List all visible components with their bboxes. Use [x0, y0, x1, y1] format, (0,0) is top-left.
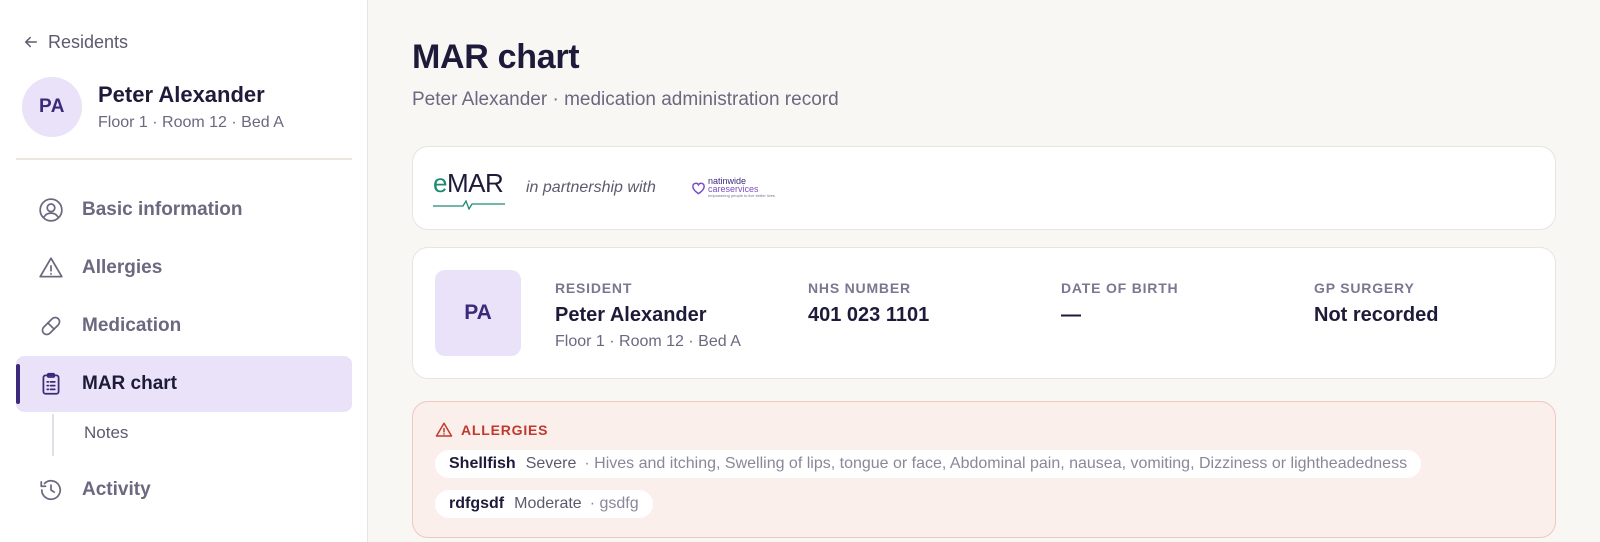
allergy-name: rdfgsdf — [449, 495, 505, 512]
emar-logo: eMAR — [433, 169, 505, 215]
sidebar-item-label: MAR chart — [82, 373, 178, 394]
dob-value: — — [1061, 304, 1081, 326]
clipboard-icon — [42, 372, 60, 395]
partner-logo-line2: careservices — [708, 184, 759, 194]
sidebar-item-label: Allergies — [82, 257, 163, 278]
history-icon — [40, 479, 62, 501]
field-label: DATE OF BIRTH — [1061, 280, 1179, 296]
sidebar-item-basic-information[interactable]: Basic information — [16, 182, 352, 238]
resident-location: Floor 1 · Room 12 · Bed A — [555, 333, 741, 350]
resident-name: Peter Alexander — [555, 304, 707, 326]
profile-name: Peter Alexander — [98, 82, 265, 107]
emar-logo-e: e — [433, 168, 447, 198]
gp-surgery-value: Not recorded — [1314, 304, 1439, 326]
field-date-of-birth: DATE OF BIRTH — — [1061, 280, 1178, 327]
avatar: PA — [22, 77, 82, 137]
allergy-name: Shellfish — [449, 455, 516, 472]
pill-icon — [41, 316, 61, 336]
sidebar-subitem-notes[interactable]: Notes — [84, 423, 128, 443]
heart-icon — [692, 182, 705, 195]
warning-triangle-icon — [435, 422, 453, 437]
sidebar-item-activity[interactable]: Activity — [16, 462, 352, 518]
sidebar-item-medication[interactable]: Medication — [16, 298, 352, 354]
allergy-chip: rdfgsdf Moderate · gsdfg — [435, 490, 653, 518]
allergy-severity: Severe — [525, 455, 577, 472]
page-title: MAR chart — [412, 38, 580, 76]
resident-details-card: PA RESIDENT Peter Alexander Floor 1 · Ro… — [412, 247, 1556, 379]
user-circle-icon — [39, 198, 63, 222]
allergies-heading-label: ALLERGIES — [461, 422, 549, 438]
resident-avatar: PA — [435, 270, 521, 356]
partner-logo: natinwide careservices empowering people… — [691, 177, 775, 198]
allergies-heading: ALLERGIES — [435, 421, 548, 439]
field-label: RESIDENT — [555, 280, 633, 296]
page-subtitle: Peter Alexander · medication administrat… — [412, 89, 839, 110]
sidebar-item-label: Medication — [82, 315, 182, 336]
sidebar: Residents PA Peter Alexander Floor 1 · R… — [0, 0, 368, 542]
allergy-reactions: · Hives and itching, Swelling of lips, t… — [584, 455, 1408, 472]
partner-logo-tagline: empowering people to live better lives — [708, 193, 775, 198]
field-gp-surgery: GP SURGERY Not recorded — [1314, 280, 1438, 327]
subnav-line — [52, 414, 54, 456]
allergies-alert: ALLERGIES Shellfish Severe · Hives and i… — [412, 401, 1556, 538]
sidebar-item-label: Basic information — [82, 199, 243, 220]
sidebar-item-label: Activity — [82, 479, 151, 500]
allergy-chip: Shellfish Severe · Hives and itching, Sw… — [435, 450, 1422, 478]
field-resident: RESIDENT Peter Alexander Floor 1 · Room … — [555, 280, 741, 351]
sidebar-divider — [16, 158, 352, 160]
partnership-text: in partnership with — [526, 179, 656, 196]
field-nhs-number: NHS NUMBER 401 023 1101 — [808, 280, 929, 327]
allergy-severity: Moderate — [514, 495, 582, 512]
back-label: Residents — [48, 31, 129, 52]
emar-logo-text: MAR — [446, 168, 504, 198]
field-label: NHS NUMBER — [808, 280, 911, 296]
sidebar-item-mar-chart[interactable]: MAR chart — [16, 356, 352, 412]
sidebar-item-allergies[interactable]: Allergies — [16, 240, 352, 296]
allergy-reactions: · gsdfg — [589, 495, 639, 512]
field-label: GP SURGERY — [1314, 280, 1415, 296]
back-to-residents-link[interactable]: Residents — [22, 30, 128, 54]
resident-profile: PA Peter Alexander Floor 1 · Room 12 · B… — [22, 77, 284, 137]
profile-location: Floor 1 · Room 12 · Bed A — [98, 114, 284, 131]
partner-banner: eMAR in partnership with natinwide cares… — [412, 146, 1556, 230]
arrow-left-icon — [25, 36, 37, 48]
heartbeat-line-icon — [433, 199, 505, 211]
nhs-number-value: 401 023 1101 — [808, 304, 930, 326]
warning-triangle-icon — [39, 257, 63, 278]
